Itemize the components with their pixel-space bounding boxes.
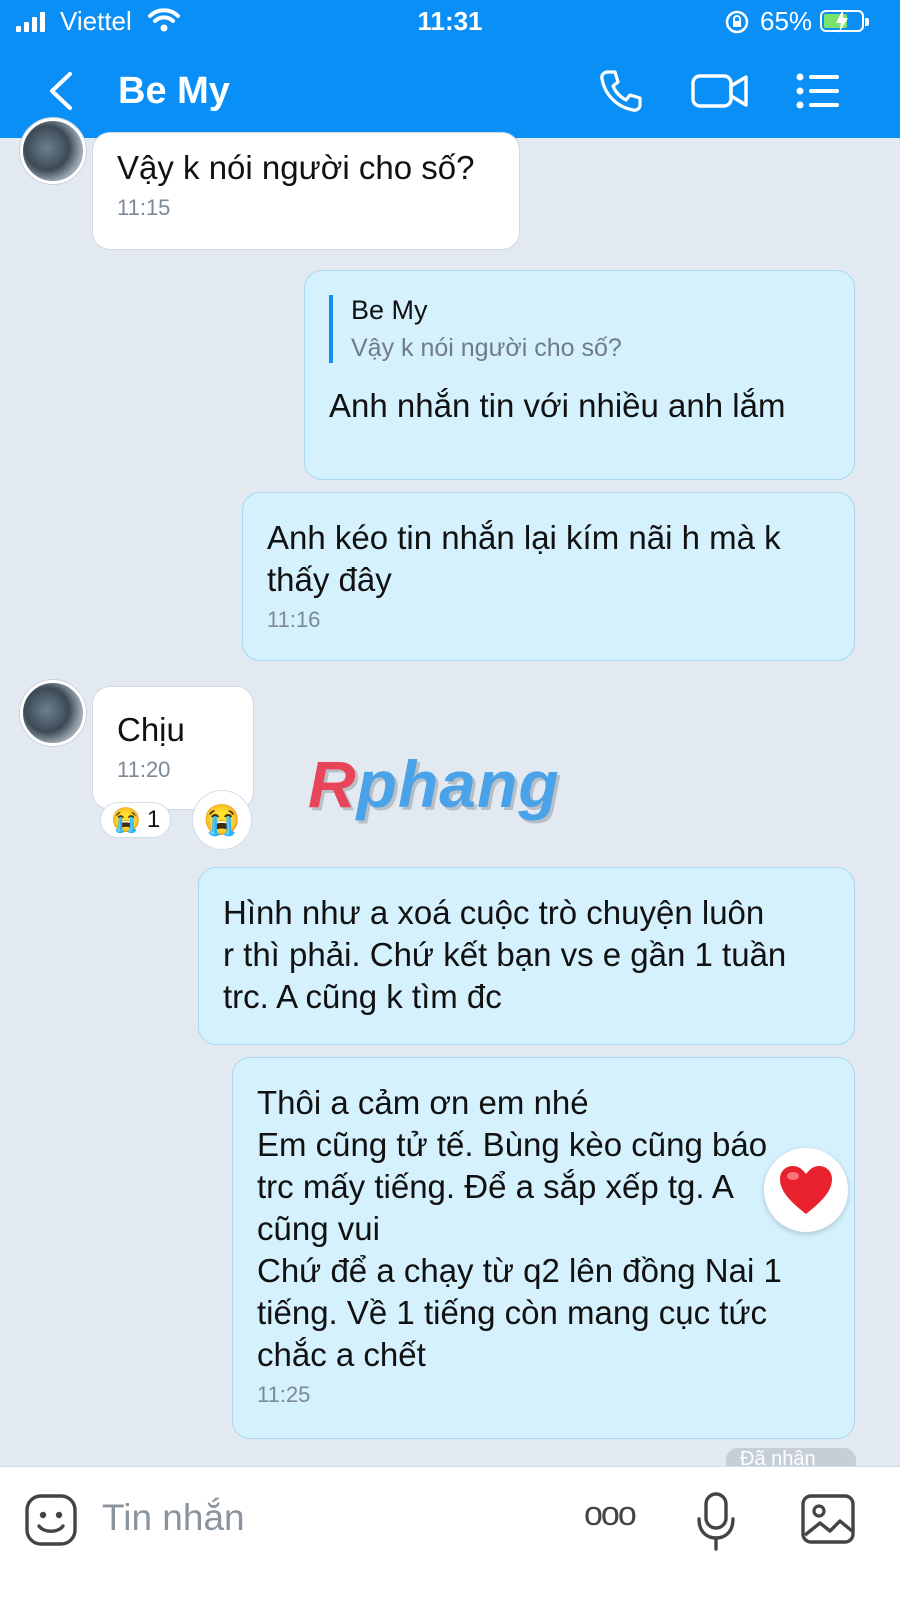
outgoing-message[interactable]: Anh kéo tin nhắn lại kím nãi h mà k thấy… (242, 492, 855, 661)
microphone-icon[interactable] (696, 1491, 736, 1553)
outgoing-message[interactable]: Thôi a cảm ơn em nhé Em cũng tử tế. Bùng… (232, 1057, 855, 1439)
heart-icon (780, 1166, 832, 1214)
message-time: 11:25 (257, 1382, 311, 1407)
crying-emoji-icon: 😭 (111, 806, 141, 834)
chat-header: Viettel 11:31 65% Be My (0, 0, 900, 138)
message-time: 11:16 (267, 607, 321, 632)
battery-icon (820, 9, 869, 33)
back-icon[interactable] (44, 70, 78, 112)
message-text: Vậy k nói người cho số? (117, 149, 475, 186)
heart-react-button[interactable] (764, 1148, 848, 1232)
reply-quote-text: Vậy k nói người cho số? (351, 334, 622, 362)
message-input[interactable]: Tin nhắn (102, 1497, 245, 1539)
video-icon[interactable] (690, 68, 750, 114)
outgoing-message[interactable]: Be My Vậy k nói người cho số? Anh nhắn t… (304, 270, 855, 480)
contact-avatar[interactable] (20, 118, 86, 184)
watermark-logo: Rphang (308, 747, 560, 821)
menu-icon[interactable] (794, 68, 842, 114)
sticker-icon[interactable] (24, 1493, 78, 1547)
message-text: Hình như a xoá cuộc trò chuyện luôn r th… (223, 894, 787, 1015)
message-time: 11:20 (117, 757, 171, 782)
battery-percent: 65% (760, 6, 813, 36)
chat-title[interactable]: Be My (118, 70, 230, 113)
message-time: 11:15 (117, 195, 171, 220)
more-icon[interactable]: ooo (584, 1495, 637, 1534)
message-text: Chịu (117, 711, 185, 748)
message-text: Thôi a cảm ơn em nhé Em cũng tử tế. Bùng… (257, 1084, 782, 1373)
rotation-lock-icon (725, 10, 749, 34)
reaction-summary[interactable]: 😭 1 (100, 802, 172, 838)
contact-avatar[interactable] (20, 680, 86, 746)
react-button[interactable]: 😭 (192, 790, 252, 850)
message-text: Anh nhắn tin với nhiều anh lắm (329, 387, 786, 424)
status-bar: Viettel 11:31 65% (0, 0, 900, 46)
message-text: Anh kéo tin nhắn lại kím nãi h mà k thấy… (267, 519, 781, 598)
outgoing-message[interactable]: Hình như a xoá cuộc trò chuyện luôn r th… (198, 867, 855, 1045)
message-input-bar: Tin nhắn ooo (0, 1466, 900, 1601)
phone-icon[interactable] (598, 68, 644, 114)
reply-quote[interactable]: Be My Vậy k nói người cho số? (329, 295, 830, 363)
image-icon[interactable] (800, 1493, 856, 1545)
reaction-count: 1 (146, 806, 161, 833)
crying-emoji-icon: 😭 (203, 803, 241, 837)
reply-quote-name: Be My (351, 295, 428, 325)
incoming-message[interactable]: Vậy k nói người cho số? 11:15 (92, 132, 520, 250)
